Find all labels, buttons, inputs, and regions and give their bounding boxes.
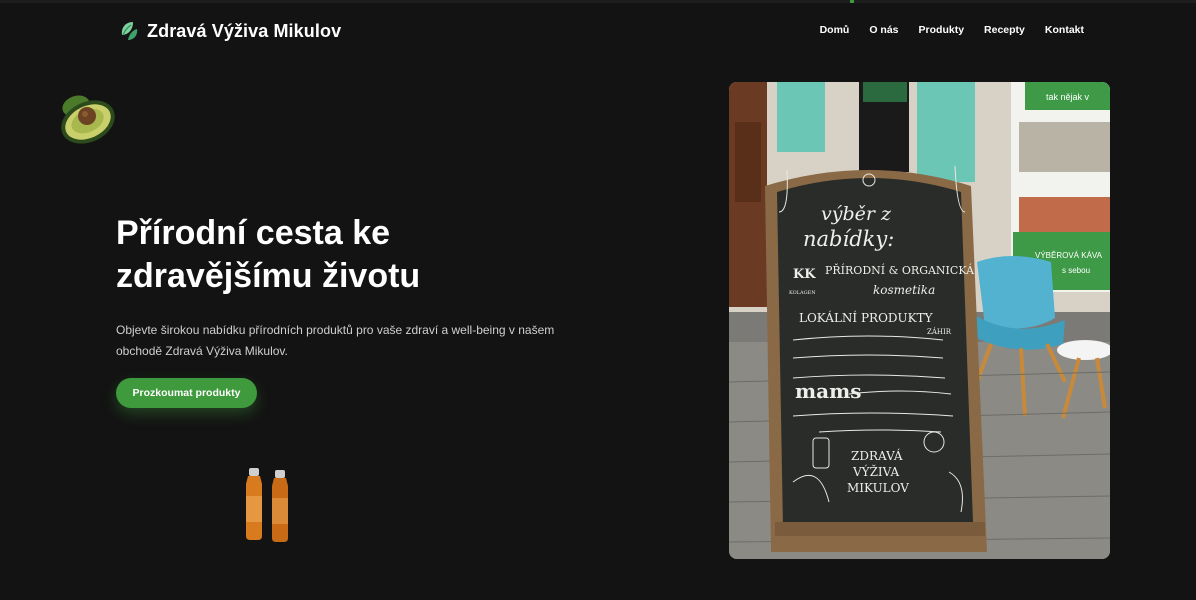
board-line-2: nabídky:: [803, 227, 894, 251]
board-line-7: ZDRAVÁ: [851, 448, 903, 463]
site-header: Zdravá Výživa Mikulov Domů O nás Produkt…: [0, 0, 1196, 62]
board-line-9: MIKULOV: [847, 481, 909, 495]
window-text-3: s sebou: [1062, 266, 1090, 275]
board-logo-right-caption: ZÁHIR: [927, 327, 952, 336]
board-line-4: kosmetika: [873, 283, 935, 297]
board-line-3: PŘÍRODNÍ & ORGANICKÁ: [825, 263, 975, 277]
board-line-6: mams: [795, 379, 862, 403]
window-text-1: tak nějak v: [1046, 92, 1090, 102]
board-line-1: výběr z: [821, 203, 892, 225]
board-line-5: LOKÁLNÍ PRODUKTY: [799, 310, 934, 325]
hero-title: Přírodní cesta ke zdravějšímu životu: [116, 212, 496, 298]
page: Zdravá Výživa Mikulov Domů O nás Produkt…: [0, 0, 1196, 600]
window-text-2: VÝBĚROVÁ KÁVA: [1035, 251, 1103, 260]
nav-item-about[interactable]: O nás: [869, 24, 898, 36]
site-logo[interactable]: Zdravá Výživa Mikulov: [119, 20, 341, 42]
hero-title-line2: zdravějšímu životu: [116, 257, 421, 295]
hero-photo: tak nějak v VÝBĚROVÁ KÁVA s sebou výběr …: [729, 82, 1110, 559]
chalkboard-storefront-image: tak nějak v VÝBĚROVÁ KÁVA s sebou výběr …: [729, 82, 1110, 559]
logo-text: Zdravá Výživa Mikulov: [147, 20, 342, 41]
explore-products-button[interactable]: Prozkoumat produkty: [116, 378, 257, 408]
nav-item-products[interactable]: Produkty: [919, 24, 965, 36]
juice-bottles-image: [246, 468, 288, 542]
leaf-icon: [121, 22, 138, 40]
hero-subtitle: Objevte širokou nabídku přírodních produ…: [116, 323, 555, 358]
nav-item-recipes[interactable]: Recepty: [984, 24, 1025, 36]
board-logo-left-caption: KOLAGEN: [789, 290, 816, 296]
board-line-8: VÝŽIVA: [852, 464, 900, 479]
nav-item-contact[interactable]: Kontakt: [1045, 24, 1084, 36]
hero-title-line1: Přírodní cesta ke: [116, 214, 391, 252]
avocado-image: [61, 95, 115, 144]
main-nav: Domů O nás Produkty Recepty Kontakt: [820, 24, 1084, 36]
board-logo-left: KK: [793, 267, 816, 282]
nav-item-home[interactable]: Domů: [820, 24, 850, 36]
